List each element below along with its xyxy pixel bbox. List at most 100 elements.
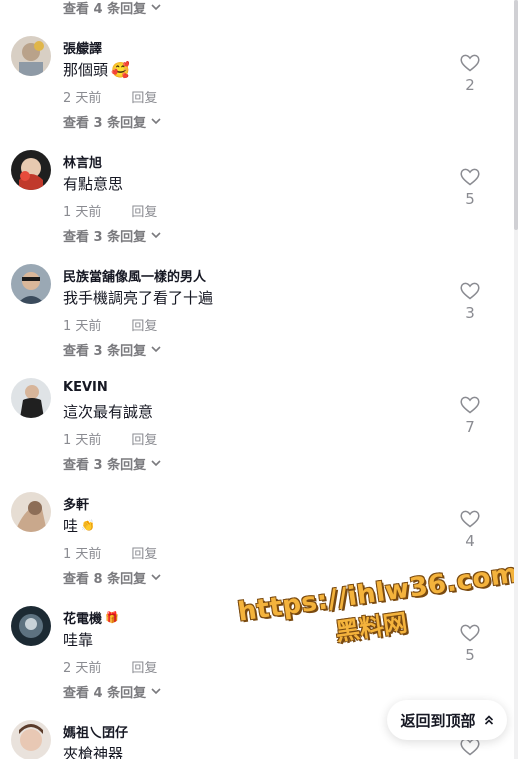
comment-text-content: 這次最有誠意 <box>63 403 154 421</box>
like-button[interactable]: 4 <box>456 510 484 550</box>
like-count: 5 <box>465 190 475 208</box>
comment-item: 林言旭 有點意思 1 天前 回复 5 查看 3 条回复 <box>0 150 518 264</box>
comment-time: 1 天前 <box>63 205 102 220</box>
comment-item: KEVIN 這次最有誠意 1 天前 回复 7 查看 3 条回复 <box>0 378 518 492</box>
comment-text: 我手機調亮了看了十遍 <box>63 287 213 308</box>
view-replies-label: 查看 3 条回复 <box>63 115 147 131</box>
comment-text: 哇靠 <box>63 629 93 650</box>
comment-username[interactable]: 林言旭 <box>63 152 102 171</box>
view-replies-label: 查看 3 条回复 <box>63 457 147 473</box>
view-replies-button[interactable]: 查看 4 条回复 <box>63 681 161 701</box>
comment-text-content: 哇 <box>63 517 79 535</box>
heart-icon <box>460 168 480 186</box>
view-replies-label: 查看 4 条回复 <box>63 1 147 17</box>
emoji: 🎁 <box>105 611 119 624</box>
comment-username[interactable]: 花電機 🎁 <box>63 608 119 627</box>
comment-item: 民族當舖像風一樣的男人 我手機調亮了看了十遍 1 天前 回复 3 查看 3 条回… <box>0 264 518 378</box>
comment-text: 那個頭 🥰 <box>63 59 130 80</box>
like-button[interactable]: 5 <box>456 624 484 664</box>
view-replies-button[interactable]: 查看 3 条回复 <box>63 453 161 473</box>
comment-text-content: 有點意思 <box>63 175 124 193</box>
chevron-down-icon <box>151 346 161 353</box>
reply-button[interactable]: 回复 <box>131 315 157 334</box>
comment-time: 2 天前 <box>63 661 102 676</box>
chevron-down-icon <box>151 232 161 239</box>
avatar[interactable] <box>11 378 51 418</box>
view-replies-label: 查看 3 条回复 <box>63 229 147 245</box>
like-button[interactable]: 7 <box>456 396 484 436</box>
comment-time: 2 天前 <box>63 91 102 106</box>
view-replies-label: 查看 3 条回复 <box>63 343 147 359</box>
comment-meta: 2 天前 回复 <box>63 87 157 106</box>
comment-text-content: 夾槍神器 <box>63 745 124 759</box>
like-count: 5 <box>465 646 475 664</box>
chevron-down-icon <box>151 118 161 125</box>
comment-time: 1 天前 <box>63 319 102 334</box>
like-button[interactable]: 3 <box>456 282 484 322</box>
comment-username[interactable]: 民族當舖像風一樣的男人 <box>63 266 206 285</box>
comment-text: 哇 👏 <box>63 515 95 536</box>
reply-button[interactable]: 回复 <box>131 201 157 220</box>
view-replies-button[interactable]: 查看 8 条回复 <box>63 567 161 587</box>
reply-button[interactable]: 回复 <box>131 657 157 676</box>
heart-icon <box>460 282 480 300</box>
scrollbar[interactable] <box>514 0 518 759</box>
like-button[interactable]: 5 <box>456 168 484 208</box>
comment-username[interactable]: KEVIN <box>63 380 108 395</box>
view-replies-button[interactable]: 查看 3 条回复 <box>63 111 161 131</box>
heart-icon <box>460 624 480 642</box>
heart-icon <box>460 738 480 756</box>
avatar[interactable] <box>11 36 51 76</box>
chevron-down-icon <box>151 460 161 467</box>
avatar[interactable] <box>11 606 51 646</box>
comment-meta: 1 天前 回复 <box>63 429 157 448</box>
emoji: 🥰 <box>111 60 130 79</box>
comment-item: 張艨譯 那個頭 🥰 2 天前 回复 2 查看 3 条回复 <box>0 36 518 150</box>
comment-text: 這次最有誠意 <box>63 401 153 422</box>
chevron-down-icon <box>151 574 161 581</box>
reply-button[interactable]: 回复 <box>131 87 157 106</box>
heart-icon <box>460 396 480 414</box>
comment-item: 多軒 哇 👏 1 天前 回复 4 查看 8 条回复 <box>0 492 518 606</box>
double-chevron-up-icon <box>484 715 493 725</box>
heart-icon <box>460 54 480 72</box>
comment-time: 1 天前 <box>63 547 102 562</box>
view-replies-label: 查看 8 条回复 <box>63 571 147 587</box>
view-replies-button[interactable]: 查看 3 条回复 <box>63 225 161 245</box>
comment-username[interactable]: 張艨譯 <box>63 38 102 57</box>
like-count: 4 <box>465 532 475 550</box>
avatar[interactable] <box>11 150 51 190</box>
chevron-down-icon <box>151 688 161 695</box>
comment-text-content: 哇靠 <box>63 631 94 649</box>
view-replies-button[interactable]: 查看 3 条回复 <box>63 339 161 359</box>
like-count: 7 <box>465 418 475 436</box>
comment-text: 夾槍神器 <box>63 743 123 759</box>
comment-meta: 2 天前 回复 <box>63 657 157 676</box>
like-count: 2 <box>465 76 475 94</box>
avatar[interactable] <box>11 492 51 532</box>
reply-button[interactable]: 回复 <box>131 429 157 448</box>
heart-icon <box>460 510 480 528</box>
comment-text-content: 我手機調亮了看了十遍 <box>63 289 214 307</box>
comment-meta: 1 天前 回复 <box>63 315 157 334</box>
avatar[interactable] <box>11 720 51 759</box>
comments-page: 查看 4 条回复 張艨譯 那個頭 🥰 2 天前 回复 2 查看 3 条回复 林言… <box>0 0 518 759</box>
back-to-top-label: 返回到顶部 <box>400 711 476 730</box>
chevron-down-icon <box>151 4 161 11</box>
scrollbar-thumb[interactable] <box>514 0 518 230</box>
like-button[interactable] <box>456 738 484 756</box>
emoji: 👏 <box>81 519 95 532</box>
comment-text: 有點意思 <box>63 173 123 194</box>
reply-button[interactable]: 回复 <box>131 543 157 562</box>
comment-text-content: 那個頭 <box>63 61 109 79</box>
avatar[interactable] <box>11 264 51 304</box>
view-replies-label: 查看 4 条回复 <box>63 685 147 701</box>
comment-username[interactable]: 媽祖乀囝仔 <box>63 722 128 741</box>
comment-meta: 1 天前 回复 <box>63 201 157 220</box>
comment-username[interactable]: 多軒 <box>63 494 89 513</box>
like-count: 3 <box>465 304 475 322</box>
back-to-top-button[interactable]: 返回到顶部 <box>387 700 507 740</box>
comment-username-text: 花電機 <box>63 612 103 627</box>
view-replies-button[interactable]: 查看 4 条回复 <box>63 0 161 17</box>
like-button[interactable]: 2 <box>456 54 484 94</box>
